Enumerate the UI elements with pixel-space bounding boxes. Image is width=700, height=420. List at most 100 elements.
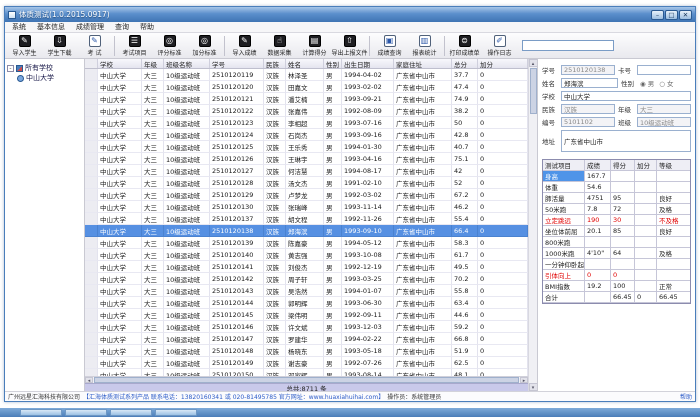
column-header[interactable]: 姓名 — [286, 59, 324, 68]
column-header[interactable]: 家庭住址 — [394, 59, 452, 68]
taskbar-item[interactable] — [110, 409, 152, 416]
results-row[interactable]: 身高167.7 — [543, 171, 690, 182]
table-row[interactable]: 中山大学大三10级运动班2510120121汉族潘艾楠男1993-09-21广东… — [85, 93, 528, 105]
import-student-button[interactable]: ✎导入学生 — [7, 35, 42, 57]
column-header[interactable]: 加分 — [478, 59, 528, 68]
score-standard-button[interactable]: ◎评分标准 — [152, 35, 187, 57]
menu-item[interactable]: 帮助 — [140, 22, 154, 32]
test-items-button[interactable]: ☰考试项目 — [117, 35, 152, 57]
row-selector-cell[interactable] — [85, 273, 98, 285]
results-row[interactable]: 坐位体前屈20.185良好 — [543, 226, 690, 237]
table-row[interactable]: 中山大学大三10级运动班2510120146汉族许文斌男1993-12-03广东… — [85, 321, 528, 333]
score-query-button[interactable]: ▣成绩查询 — [372, 35, 407, 57]
export-report-button[interactable]: ⇧导出上报文件 — [332, 35, 367, 57]
table-row[interactable]: 中山大学大三10级运动班2510120141汉族刘俊杰男1992-12-19广东… — [85, 261, 528, 273]
results-row[interactable]: 立定跳远19030不及格 — [543, 215, 690, 226]
calc-score-button[interactable]: ▤计算得分 — [297, 35, 332, 57]
row-selector-cell[interactable] — [85, 225, 98, 237]
menu-item[interactable]: 系统 — [12, 22, 26, 32]
results-row[interactable]: BMI指数19.2100正常 — [543, 281, 690, 292]
student-id-field[interactable] — [561, 65, 615, 75]
column-header[interactable]: 总分 — [452, 59, 478, 68]
card-no-field[interactable] — [637, 65, 691, 75]
menu-item[interactable]: 基本信息 — [37, 22, 65, 32]
row-selector-cell[interactable] — [85, 105, 98, 117]
row-selector-cell[interactable] — [85, 93, 98, 105]
menu-item[interactable]: 成绩管理 — [76, 22, 104, 32]
table-row[interactable]: 中山大学大三10级运动班2510120145汉族梁伟明男1992-09-11广东… — [85, 309, 528, 321]
table-row[interactable]: 中山大学大三10级运动班2510120147汉族罗建华男1994-02-22广东… — [85, 333, 528, 345]
row-selector-cell[interactable] — [85, 297, 98, 309]
table-row[interactable]: 中山大学大三10级运动班2510120125汉族王乐秀男1994-01-30广东… — [85, 141, 528, 153]
table-row[interactable]: 中山大学大三10级运动班2510120149汉族谢志豪男1992-07-26广东… — [85, 357, 528, 369]
tree-expander-icon[interactable]: - — [7, 65, 14, 72]
row-selector-cell[interactable] — [85, 261, 98, 273]
table-row[interactable]: 中山大学大三10级运动班2510120119汉族林泽圣男1994-04-02广东… — [85, 69, 528, 81]
row-selector-cell[interactable] — [85, 117, 98, 129]
results-row[interactable]: 一分钟仰卧起坐 — [543, 259, 690, 270]
row-selector-cell[interactable] — [85, 189, 98, 201]
results-row[interactable]: 50米跑7.872及格 — [543, 204, 690, 215]
status-help-link[interactable]: 帮助 — [680, 392, 692, 401]
results-row[interactable]: 肺活量475195良好 — [543, 193, 690, 204]
column-header[interactable]: 民族 — [264, 59, 286, 68]
row-selector-cell[interactable] — [85, 69, 98, 81]
ethnicity-field[interactable] — [561, 104, 615, 114]
table-row[interactable]: 中山大学大三10级运动班2510120139汉族陈嘉豪男1994-05-12广东… — [85, 237, 528, 249]
row-selector-cell[interactable] — [85, 165, 98, 177]
row-selector-cell[interactable] — [85, 249, 98, 261]
table-row[interactable]: 中山大学大三10级运动班2510120130汉族张瑞峰男1993-11-14广东… — [85, 201, 528, 213]
menu-item[interactable]: 查询 — [115, 22, 129, 32]
results-row[interactable]: 体重54.6 — [543, 182, 690, 193]
row-selector-cell[interactable] — [85, 357, 98, 369]
tree-item-school[interactable]: 中山大学 — [17, 73, 82, 83]
gender-male-radio[interactable]: ◉ 男 — [640, 78, 654, 88]
grade-field[interactable] — [637, 104, 691, 114]
row-selector-cell[interactable] — [85, 81, 98, 93]
student-download-button[interactable]: ⇩学生下载 — [42, 35, 77, 57]
table-row[interactable]: 中山大学大三10级运动班2510120150汉族邓家辉男1993-08-14广东… — [85, 369, 528, 376]
column-header[interactable]: 班级名称 — [164, 59, 210, 68]
vertical-scrollbar[interactable]: ▴ ▾ — [528, 59, 537, 391]
gender-female-radio[interactable]: ○ 女 — [659, 78, 673, 88]
data-collect-button[interactable]: ☝数据采集 — [262, 35, 297, 57]
table-row[interactable]: 中山大学大三10级运动班2510120142汉族周子轩男1993-03-25广东… — [85, 273, 528, 285]
toolbar-search-input[interactable] — [522, 40, 614, 51]
table-row[interactable]: 中山大学大三10级运动班2510120128汉族汤文杰男1991-02-10广东… — [85, 177, 528, 189]
exam-button[interactable]: ✎考 试 — [77, 35, 112, 57]
table-row[interactable]: 中山大学大三10级运动班2510120126汉族王琳宇男1993-04-16广东… — [85, 153, 528, 165]
vertical-scroll-thumb[interactable] — [530, 68, 537, 114]
results-row[interactable]: 1000米跑4'10"64及格 — [543, 248, 690, 259]
number-field[interactable] — [561, 117, 615, 127]
table-row[interactable]: 中山大学大三10级运动班2510120122汉族张嘉伟男1992-08-09广东… — [85, 105, 528, 117]
taskbar-item[interactable] — [65, 409, 107, 416]
row-selector-cell[interactable] — [85, 129, 98, 141]
results-row[interactable]: 引体向上00 — [543, 270, 690, 281]
table-row[interactable]: 中山大学大三10级运动班2510120148汉族杨晓东男1993-05-18广东… — [85, 345, 528, 357]
column-header[interactable]: 出生日期 — [342, 59, 394, 68]
row-selector-cell[interactable] — [85, 141, 98, 153]
table-row[interactable]: 中山大学大三10级运动班2510120137汉族胡文程男1992-11-26广东… — [85, 213, 528, 225]
table-row[interactable]: 中山大学大三10级运动班2510120127汉族何洁慧男1994-08-17广东… — [85, 165, 528, 177]
row-selector-cell[interactable] — [85, 177, 98, 189]
column-header[interactable]: 性别 — [324, 59, 342, 68]
class-field[interactable] — [637, 117, 691, 127]
column-header[interactable]: 学号 — [210, 59, 264, 68]
taskbar-item[interactable] — [155, 409, 197, 416]
table-row[interactable]: 中山大学大三10级运动班2510120138汉族郑海滨男1993-09-10广东… — [85, 225, 528, 237]
name-field[interactable] — [561, 78, 618, 88]
table-row[interactable]: 中山大学大三10级运动班2510120143汉族吴浩然男1994-01-07广东… — [85, 285, 528, 297]
row-selector-cell[interactable] — [85, 237, 98, 249]
taskbar-item[interactable] — [20, 409, 62, 416]
row-selector-cell[interactable] — [85, 309, 98, 321]
row-selector-cell[interactable] — [85, 321, 98, 333]
column-header[interactable]: 年级 — [142, 59, 164, 68]
table-row[interactable]: 中山大学大三10级运动班2510120129汉族卢梦龙男1992-03-02广东… — [85, 189, 528, 201]
report-stats-button[interactable]: ▥报表统计 — [407, 35, 442, 57]
bonus-standard-button[interactable]: ◎加分标准 — [187, 35, 222, 57]
column-header[interactable]: 学校 — [98, 59, 142, 68]
tree-item-all-schools[interactable]: - 所有学校 — [7, 63, 82, 73]
row-selector-cell[interactable] — [85, 285, 98, 297]
table-row[interactable]: 中山大学大三10级运动班2510120144汉族郭明辉男1993-06-30广东… — [85, 297, 528, 309]
import-score-button[interactable]: ✎导入成绩 — [227, 35, 262, 57]
